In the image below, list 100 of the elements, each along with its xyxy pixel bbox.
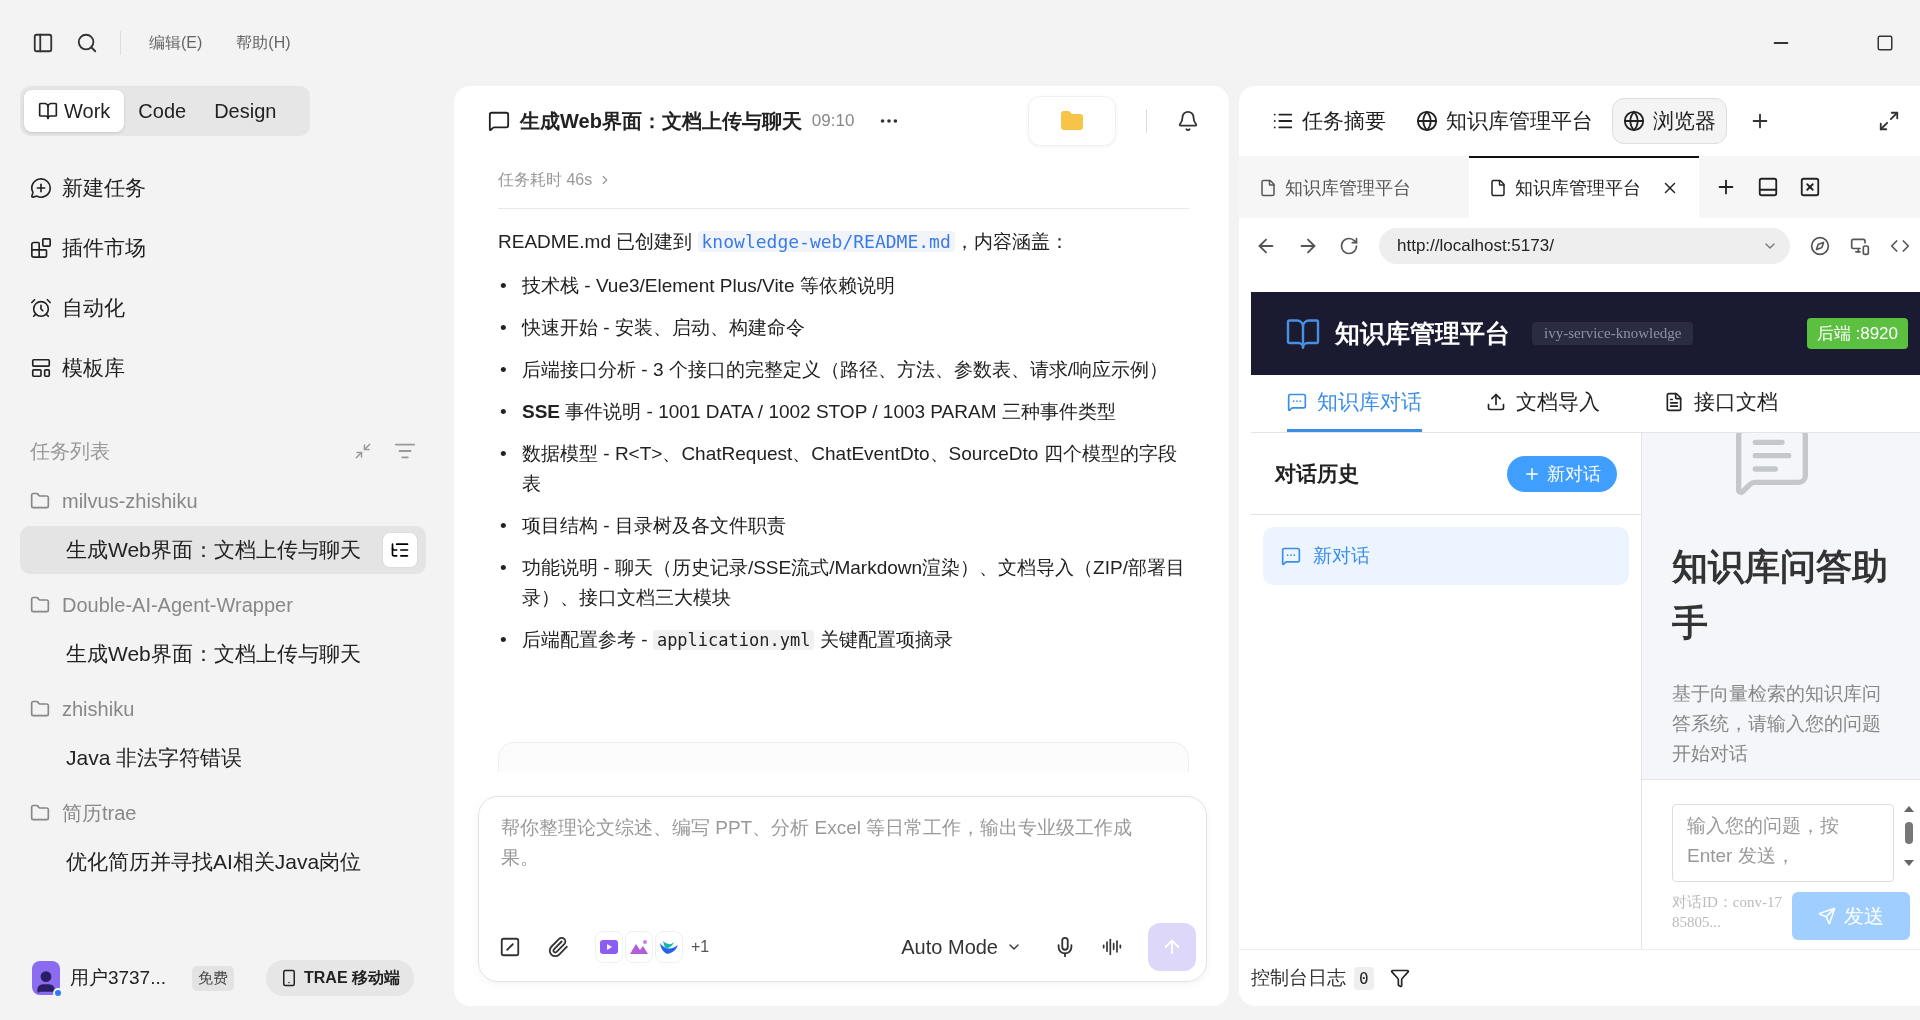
- folder-icon: [30, 699, 50, 719]
- collapse-icon[interactable]: [354, 442, 372, 460]
- layout-icon: [30, 357, 52, 379]
- paper-plane-icon: [1818, 907, 1836, 925]
- site-tab[interactable]: 文档导入: [1486, 375, 1600, 432]
- filter-icon[interactable]: [1389, 968, 1410, 988]
- chat-time: 09:10: [811, 111, 855, 131]
- list-item: 快速开始 - 安装、启动、构建命令: [522, 316, 806, 340]
- image-tool-icon[interactable]: [625, 931, 653, 963]
- close-all-icon[interactable]: [1799, 176, 1821, 198]
- reload-icon[interactable]: [1339, 236, 1359, 256]
- voice-icon[interactable]: [1102, 937, 1122, 957]
- bullet-mark: •: [500, 274, 508, 298]
- menu-item[interactable]: 编辑(E): [143, 32, 209, 54]
- panel-icon[interactable]: [1757, 176, 1779, 198]
- group-name: milvus-zhishiku: [62, 489, 198, 513]
- slash-command-icon[interactable]: [499, 936, 521, 958]
- group-name: 简历trae: [62, 800, 137, 826]
- document-icon: [1664, 392, 1684, 412]
- globe-icon: [1416, 110, 1438, 132]
- file-icon: [1259, 179, 1277, 197]
- conversation-id: 对话ID：conv-1785805...: [1672, 893, 1783, 932]
- task-title[interactable]: 生成Web界面：文档上传与聊天: [66, 536, 382, 564]
- question-field[interactable]: 输入您的问题，按 Enter 发送，: [1672, 804, 1894, 882]
- service-tag: ivy-service-knowledge: [1532, 322, 1694, 345]
- nav-item[interactable]: 模板库: [20, 338, 426, 398]
- bullet-mark: •: [500, 400, 508, 424]
- mode-tab[interactable]: Code: [124, 90, 201, 132]
- task-title[interactable]: 优化简历并寻找AI相关Java岗位: [66, 848, 418, 876]
- panel-tab[interactable]: 知识库管理平台: [1405, 98, 1604, 144]
- file-link[interactable]: knowledge-web/README.md: [697, 231, 955, 252]
- mobile-app-button[interactable]: TRAE 移动端: [266, 960, 414, 996]
- compass-icon[interactable]: [1810, 236, 1830, 256]
- bullet-mark: •: [500, 442, 508, 466]
- file-icon: [1489, 179, 1507, 197]
- nav-item[interactable]: 自动化: [20, 278, 426, 338]
- assistant-heading: 知识库问答助手: [1672, 545, 1889, 645]
- browser-tab[interactable]: 知识库管理平台: [1469, 156, 1699, 218]
- chat-icon: [1281, 546, 1301, 566]
- group-name: zhishiku: [62, 697, 135, 721]
- history-title: 对话历史: [1275, 460, 1359, 487]
- chat-plus-icon: [30, 177, 52, 199]
- assistant-description: 基于向量检索的知识库问答系统，请输入您的问题开始对话: [1672, 682, 1882, 766]
- group-name: Double-AI-Agent-Wrapper: [62, 593, 293, 617]
- chat-title: 生成Web界面：文档上传与聊天: [520, 108, 802, 134]
- address-bar[interactable]: http://localhost:5173/: [1379, 228, 1790, 264]
- mode-dropdown[interactable]: Auto Mode: [895, 934, 1028, 960]
- log-count: 0: [1354, 966, 1374, 990]
- section-title: 任务列表: [30, 438, 111, 464]
- nav-item[interactable]: 新建任务: [20, 158, 426, 218]
- outline-button[interactable]: [382, 532, 418, 568]
- more-tools-count: +1: [691, 938, 710, 956]
- folder-icon: [30, 491, 50, 511]
- task-item[interactable]: 生成Web界面：文档上传与聊天: [20, 526, 426, 574]
- nav-item[interactable]: 插件市场: [20, 218, 426, 278]
- list-item: 后端接口分析 - 3 个接口的完整定义（路径、方法、参数表、请求/响应示例）: [522, 358, 1169, 382]
- alarm-clock-icon: [30, 297, 52, 319]
- blocks-icon: [30, 237, 52, 259]
- console-label: 控制台日志: [1251, 966, 1346, 990]
- devices-icon[interactable]: [1850, 236, 1870, 256]
- sidebar-toggle-icon[interactable]: [32, 32, 54, 54]
- task-title[interactable]: Java 非法字符错误: [66, 744, 418, 772]
- task-item[interactable]: 生成Web界面：文档上传与聊天: [20, 630, 426, 678]
- site-title: 知识库管理平台: [1335, 318, 1510, 349]
- attach-icon[interactable]: [547, 936, 569, 958]
- avatar: [32, 961, 60, 995]
- list-item: 项目结构 - 目录树及各文件职责: [522, 514, 787, 538]
- panel-tab[interactable]: 任务摘要: [1261, 98, 1397, 144]
- panel-tab[interactable]: 浏览器: [1612, 98, 1727, 144]
- expand-icon[interactable]: [1878, 110, 1900, 132]
- mode-tab[interactable]: Work: [24, 90, 125, 132]
- list-tree-icon: [390, 540, 410, 560]
- bullet-mark: •: [500, 556, 508, 580]
- chat-icon: [1287, 392, 1307, 412]
- list-item: 数据模型 - R<T>、ChatRequest、ChatEventDto、SourceDto 四个模型的字段表: [522, 442, 1178, 496]
- task-title[interactable]: 生成Web界面：文档上传与聊天: [66, 640, 418, 668]
- mode-tab[interactable]: Design: [200, 90, 291, 132]
- site-tab[interactable]: 接口文档: [1664, 375, 1778, 432]
- video-tool-icon[interactable]: [595, 931, 623, 963]
- maximize-icon[interactable]: [1876, 34, 1894, 52]
- phone-icon: [280, 969, 298, 987]
- user-name: 用户3737...: [69, 966, 166, 990]
- folder-icon: [1060, 109, 1084, 133]
- list-item: 功能说明 - 聊天（历史记录/SSE流式/Markdown渲染）、文档导入（ZIP/部署目录）、接口文档三大模块: [522, 556, 1186, 610]
- chat-icon: [488, 110, 510, 132]
- folder-icon: [30, 803, 50, 823]
- menu-item[interactable]: 帮助(H): [230, 32, 297, 54]
- browser-tab[interactable]: 知识库管理平台: [1239, 156, 1469, 218]
- scrollbar: [1902, 804, 1916, 868]
- bullet-mark: •: [500, 628, 508, 652]
- task-item[interactable]: 优化简历并寻找AI相关Java岗位: [20, 838, 426, 886]
- task-item[interactable]: Java 非法字符错误: [20, 734, 426, 782]
- search-icon[interactable]: [76, 32, 98, 54]
- composer[interactable]: 帮你整理论文综述、编写 PPT、分析 Excel 等日常工作，输出专业级工作成果。 +1 Auto Mode: [478, 796, 1207, 982]
- globe-icon: [1623, 110, 1645, 132]
- list-item: 技术栈 - Vue3/Element Plus/Vite 等依赖说明: [522, 274, 896, 298]
- message-text: README.md 已创建到 knowledge-web/README.md ，内容涵盖：: [498, 230, 1070, 254]
- backend-badge: 后端 :8920: [1806, 318, 1908, 349]
- book-icon: [38, 101, 58, 121]
- upload-icon: [1486, 392, 1506, 412]
